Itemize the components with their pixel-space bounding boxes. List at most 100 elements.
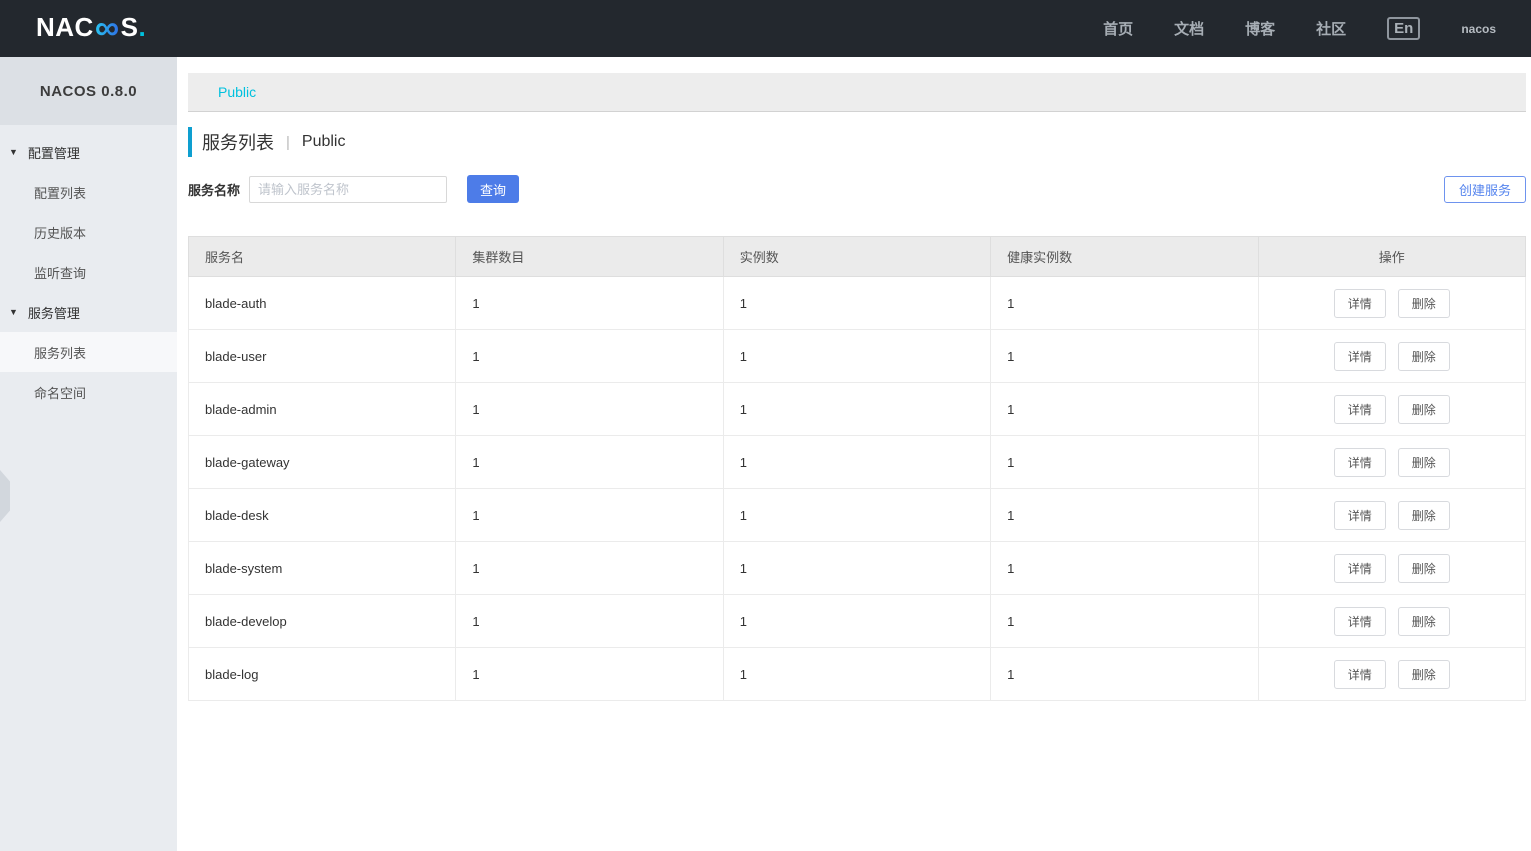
topnav-item-home[interactable]: 首页	[1103, 18, 1133, 39]
delete-button[interactable]: 删除	[1398, 660, 1450, 689]
table-row: blade-gateway111详情删除	[189, 436, 1526, 489]
sidebar-item-label: 命名空间	[34, 383, 86, 402]
table-column-header: 操作	[1258, 237, 1525, 277]
page-title: 服务列表	[202, 129, 274, 155]
detail-button[interactable]: 详情	[1334, 660, 1386, 689]
language-toggle[interactable]: En	[1387, 17, 1420, 40]
cell-name: blade-admin	[189, 383, 456, 436]
cell-healthy: 1	[991, 436, 1258, 489]
username[interactable]: nacos	[1461, 22, 1496, 36]
cell-healthy: 1	[991, 542, 1258, 595]
table-row: blade-admin111详情删除	[189, 383, 1526, 436]
cell-healthy: 1	[991, 595, 1258, 648]
delete-button[interactable]: 删除	[1398, 289, 1450, 318]
cell-actions: 详情删除	[1258, 542, 1525, 595]
cell-name: blade-develop	[189, 595, 456, 648]
sidebar-item-label: 服务列表	[34, 343, 86, 362]
cell-clusters: 1	[456, 542, 723, 595]
table-row: blade-system111详情删除	[189, 542, 1526, 595]
delete-button[interactable]: 删除	[1398, 554, 1450, 583]
detail-button[interactable]: 详情	[1334, 554, 1386, 583]
cell-instances: 1	[723, 330, 990, 383]
sidebar-item-config-list[interactable]: 配置列表	[0, 172, 177, 212]
cell-clusters: 1	[456, 595, 723, 648]
cell-instances: 1	[723, 383, 990, 436]
sidebar-collapse-handle[interactable]	[0, 470, 10, 522]
detail-button[interactable]: 详情	[1334, 448, 1386, 477]
cell-actions: 详情删除	[1258, 436, 1525, 489]
cell-actions: 详情删除	[1258, 595, 1525, 648]
logo-text-prefix: NAC	[36, 12, 94, 42]
cell-clusters: 1	[456, 277, 723, 330]
delete-button[interactable]: 删除	[1398, 501, 1450, 530]
cell-actions: 详情删除	[1258, 489, 1525, 542]
nacos-logo[interactable]: NAC∞S.	[36, 9, 146, 48]
cell-name: blade-system	[189, 542, 456, 595]
table-column-header: 实例数	[723, 237, 990, 277]
sidebar-section-service-management[interactable]: ▼ 服务管理	[0, 292, 177, 332]
sidebar-item-label: 配置列表	[34, 183, 86, 202]
cell-healthy: 1	[991, 277, 1258, 330]
search-row: 服务名称 查询 创建服务	[188, 175, 1526, 203]
detail-button[interactable]: 详情	[1334, 342, 1386, 371]
cell-healthy: 1	[991, 383, 1258, 436]
sidebar-item-label: 监听查询	[34, 263, 86, 282]
detail-button[interactable]: 详情	[1334, 607, 1386, 636]
table-column-header: 集群数目	[456, 237, 723, 277]
delete-button[interactable]: 删除	[1398, 448, 1450, 477]
cell-clusters: 1	[456, 383, 723, 436]
cell-instances: 1	[723, 542, 990, 595]
logo-dot: .	[138, 12, 146, 42]
cell-instances: 1	[723, 489, 990, 542]
cell-healthy: 1	[991, 648, 1258, 701]
detail-button[interactable]: 详情	[1334, 395, 1386, 424]
cell-name: blade-desk	[189, 489, 456, 542]
sidebar-menu: ▼配置管理配置列表历史版本监听查询 ▼ 服务管理服务列表命名空间	[0, 132, 177, 412]
table-column-header: 健康实例数	[991, 237, 1258, 277]
cell-name: blade-user	[189, 330, 456, 383]
logo-text-suffix: S	[121, 12, 139, 42]
detail-button[interactable]: 详情	[1334, 289, 1386, 318]
service-name-label: 服务名称	[188, 180, 240, 199]
detail-button[interactable]: 详情	[1334, 501, 1386, 530]
service-name-input[interactable]	[249, 176, 447, 203]
delete-button[interactable]: 删除	[1398, 607, 1450, 636]
cell-clusters: 1	[456, 436, 723, 489]
sidebar-section-label: 配置管理	[28, 143, 80, 162]
sidebar-item-listener-query[interactable]: 监听查询	[0, 252, 177, 292]
cell-name: blade-auth	[189, 277, 456, 330]
cell-clusters: 1	[456, 330, 723, 383]
heading-accent-bar	[188, 127, 192, 157]
cell-instances: 1	[723, 595, 990, 648]
sidebar-section-label: 服务管理	[28, 303, 80, 322]
topnav-item-docs[interactable]: 文档	[1174, 18, 1204, 39]
delete-button[interactable]: 删除	[1398, 395, 1450, 424]
service-table: 服务名集群数目实例数健康实例数操作 blade-auth111详情删除blade…	[188, 236, 1526, 701]
cell-actions: 详情删除	[1258, 330, 1525, 383]
sidebar-item-history-versions[interactable]: 历史版本	[0, 212, 177, 252]
table-row: blade-auth111详情删除	[189, 277, 1526, 330]
delete-button[interactable]: 删除	[1398, 342, 1450, 371]
sidebar-section-config-management[interactable]: ▼配置管理	[0, 132, 177, 172]
cell-actions: 详情删除	[1258, 383, 1525, 436]
sidebar-item-namespace[interactable]: 命名空间	[0, 372, 177, 412]
top-nav: 首页 文档 博客 社区 En nacos	[1103, 17, 1496, 40]
query-button[interactable]: 查询	[467, 175, 519, 203]
namespace-tabbar: Public	[188, 73, 1526, 112]
topbar: NAC∞S. 首页 文档 博客 社区 En nacos	[0, 0, 1531, 57]
cell-healthy: 1	[991, 489, 1258, 542]
cell-instances: 1	[723, 648, 990, 701]
sidebar-item-service-list[interactable]: 服务列表	[0, 332, 177, 372]
table-row: blade-develop111详情删除	[189, 595, 1526, 648]
cell-healthy: 1	[991, 330, 1258, 383]
tab-public[interactable]: Public	[218, 84, 256, 100]
table-row: blade-user111详情删除	[189, 330, 1526, 383]
caret-down-icon: ▼	[9, 308, 18, 317]
topnav-item-blog[interactable]: 博客	[1245, 18, 1275, 39]
sidebar: NACOS 0.8.0 ▼配置管理配置列表历史版本监听查询 ▼ 服务管理服务列表命名…	[0, 57, 177, 851]
sidebar-version-title: NACOS 0.8.0	[0, 57, 177, 125]
current-namespace: Public	[302, 133, 346, 151]
create-service-button[interactable]: 创建服务	[1444, 176, 1526, 203]
topnav-item-community[interactable]: 社区	[1316, 18, 1346, 39]
table-row: blade-log111详情删除	[189, 648, 1526, 701]
